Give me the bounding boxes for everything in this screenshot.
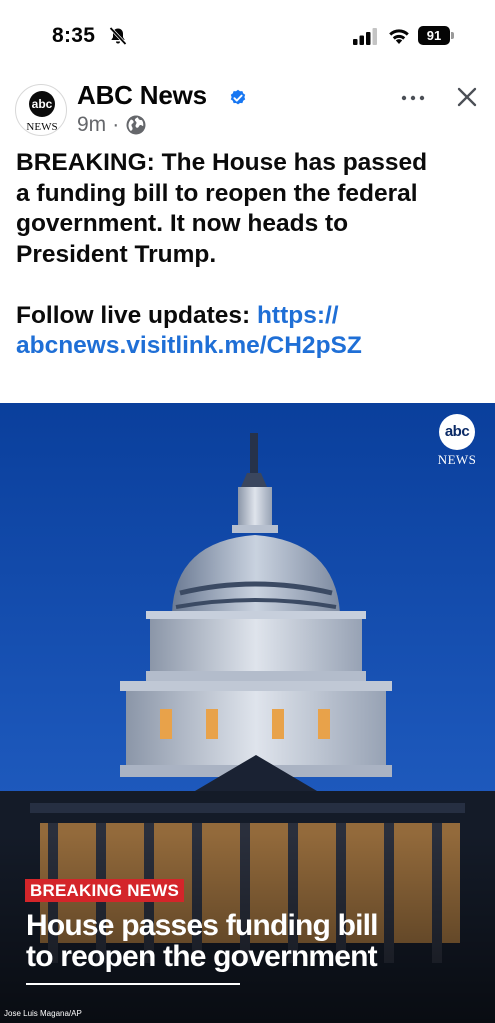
battery-icon: 91 — [418, 26, 454, 45]
status-time: 8:35 — [52, 24, 96, 47]
close-icon[interactable] — [454, 84, 480, 110]
image-headline: House passes funding bill to reopen the … — [26, 910, 486, 972]
page-name[interactable]: ABC News — [77, 80, 207, 111]
post-text-line: President Trump. — [16, 240, 217, 268]
live-updates-link-continued[interactable]: abcnews.visitlink.me/CH2pSZ — [16, 332, 362, 359]
wifi-icon — [389, 29, 409, 44]
status-bar: 8:35 91 — [0, 0, 495, 72]
watermark-logo-bottom: NEWS — [437, 452, 477, 467]
battery-level: 91 — [418, 26, 450, 45]
bell-slash-icon — [109, 26, 127, 46]
post-time[interactable]: 9m — [77, 113, 106, 137]
follow-label: Follow live updates: — [16, 301, 257, 329]
avatar-text-top: abc — [32, 97, 53, 111]
meta-separator: · — [112, 113, 120, 136]
watermark-logo-top: abc — [439, 414, 475, 450]
signal-icon — [353, 28, 377, 45]
post-text-line: a funding bill to reopen the federal — [16, 179, 418, 207]
link-line: abcnews.visitlink.me/CH2pSZ — [16, 331, 486, 362]
avatar[interactable]: abc NEWS — [15, 84, 67, 136]
battery-tip — [451, 32, 454, 39]
more-options-icon[interactable] — [398, 86, 428, 110]
breaking-news-badge: BREAKING NEWS — [25, 879, 184, 902]
headline-line: to reopen the government — [26, 940, 378, 973]
photo-credit: Jose Luis Magana/AP — [4, 1009, 82, 1018]
live-updates-link[interactable]: https:// — [257, 302, 339, 329]
post-image[interactable]: abc NEWS BREAKING NEWS House passes fund… — [0, 403, 495, 1023]
globe-icon — [126, 115, 146, 135]
post-text-line: BREAKING: The House has passed — [16, 149, 428, 176]
abc-news-watermark: abc NEWS — [437, 414, 477, 467]
avatar-text-bottom: NEWS — [26, 121, 57, 133]
post-body: BREAKING: The House has passed a funding… — [16, 148, 486, 362]
headline-underline — [26, 983, 240, 985]
verified-badge-icon — [230, 89, 246, 105]
post-header: abc NEWS ABC News 9m · — [0, 80, 495, 142]
post-meta: 9m · — [77, 112, 147, 138]
headline-line: House passes funding bill — [26, 909, 379, 942]
post-text-line: government. It now heads to — [16, 210, 349, 237]
abc-news-logo-icon: abc NEWS — [26, 91, 58, 133]
follow-line: Follow live updates: https:// — [16, 301, 486, 332]
